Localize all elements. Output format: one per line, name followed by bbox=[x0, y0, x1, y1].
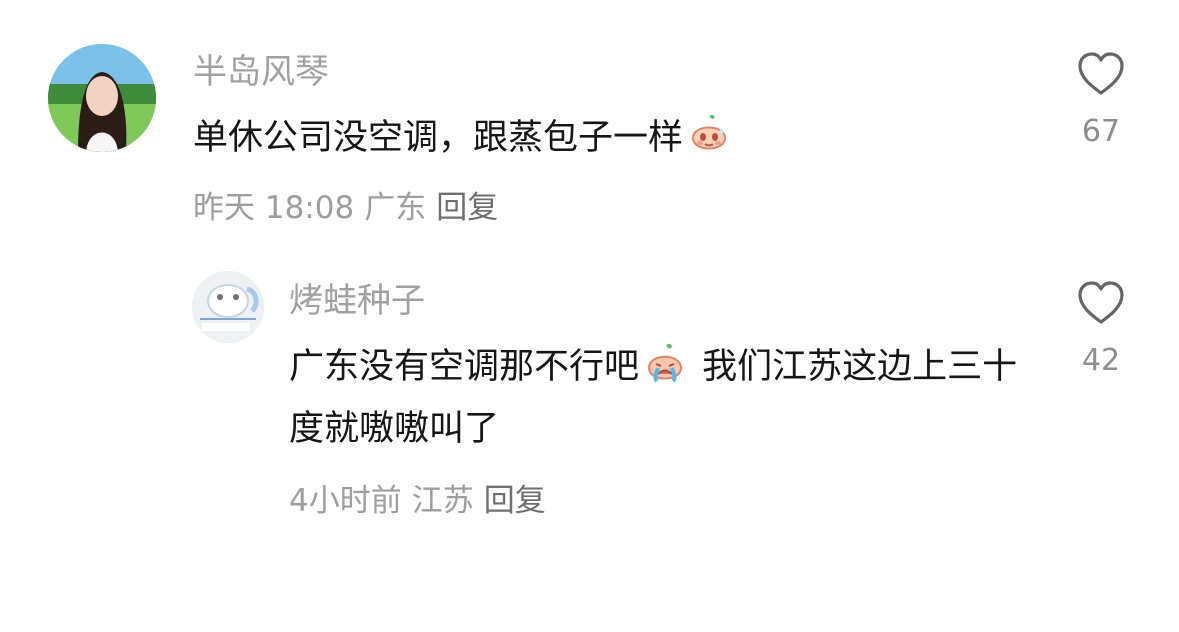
comment-username[interactable]: 烤蛙种子 bbox=[289, 279, 425, 323]
reply-button[interactable]: 回复 bbox=[436, 190, 498, 226]
comment-time: 4小时前 bbox=[289, 483, 402, 519]
like-button[interactable]: 67 bbox=[1061, 50, 1141, 152]
avatar[interactable] bbox=[48, 44, 156, 152]
sweating-bun-emoji-icon bbox=[692, 115, 727, 150]
comment-username[interactable]: 半岛风琴 bbox=[193, 50, 329, 94]
comment-text-content: 广东没有空调那不行吧 bbox=[289, 347, 640, 387]
comment-location: 广东 bbox=[364, 190, 427, 226]
comment-location: 江苏 bbox=[411, 483, 474, 519]
comment-meta: 4小时前 江苏 回复 bbox=[289, 481, 546, 521]
heart-icon[interactable] bbox=[1075, 279, 1127, 327]
comment-meta: 昨天 18:08 广东 回复 bbox=[193, 188, 498, 228]
comment-time: 昨天 18:08 bbox=[193, 190, 355, 226]
heart-icon[interactable] bbox=[1075, 50, 1127, 98]
reply-button[interactable]: 回复 bbox=[484, 483, 546, 519]
comment-text: 广东没有空调那不行吧 我们江苏这边上三十度就嗷嗷叫了 bbox=[289, 336, 1029, 460]
like-count: 42 bbox=[1081, 343, 1121, 378]
like-count: 67 bbox=[1081, 114, 1121, 149]
like-button[interactable]: 42 bbox=[1061, 279, 1141, 381]
crying-bun-emoji-icon bbox=[648, 344, 683, 383]
comment-text-content: 单休公司没空调，跟蒸包子一样 bbox=[193, 118, 684, 158]
avatar[interactable] bbox=[192, 271, 264, 343]
comment-text: 单休公司没空调，跟蒸包子一样 bbox=[193, 107, 735, 169]
